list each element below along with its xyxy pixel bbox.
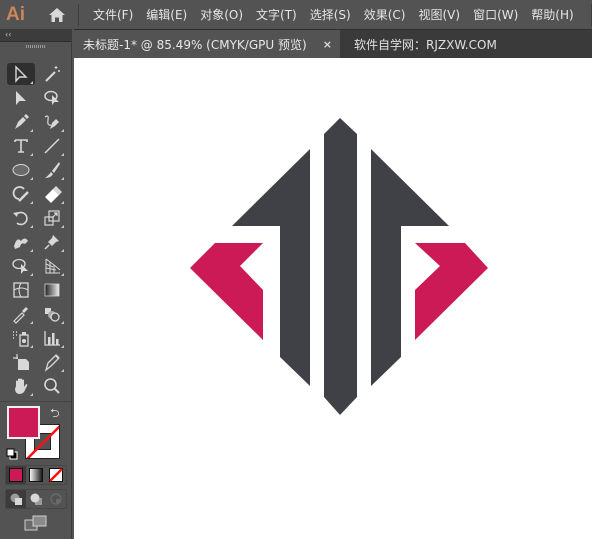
- artboard-tool-icon[interactable]: [7, 351, 35, 373]
- color-mode-group: [5, 465, 67, 485]
- selection-tool-icon[interactable]: [7, 63, 35, 85]
- menu-object[interactable]: 对象(O): [200, 6, 243, 23]
- panel-divider: [0, 401, 71, 402]
- illustrator-window: Ai 文件(F) 编辑(E) 对象(O) 文字(T) 选择(S) 效果(C) 视…: [0, 0, 592, 539]
- slice-tool-icon[interactable]: [38, 351, 66, 373]
- pin-tool-icon[interactable]: [38, 231, 66, 253]
- symbol-sprayer-tool-icon[interactable]: [7, 327, 35, 349]
- color-button[interactable]: [6, 466, 26, 484]
- draw-normal-icon[interactable]: [6, 490, 26, 508]
- eyedropper-tool-icon[interactable]: [7, 303, 35, 325]
- paintbrush-tool-icon[interactable]: [38, 159, 66, 181]
- default-fill-stroke-icon[interactable]: [6, 445, 18, 460]
- column-graph-tool-icon[interactable]: [38, 327, 66, 349]
- shape-builder-tool-icon[interactable]: [7, 255, 35, 277]
- perspective-grid-tool-icon[interactable]: [38, 255, 66, 277]
- tab-label: 未标题-1* @ 85.49% (CMYK/GPU 预览): [83, 38, 307, 52]
- none-button[interactable]: [46, 466, 66, 484]
- pen-tool-icon[interactable]: [7, 111, 35, 133]
- home-icon[interactable]: [42, 0, 72, 29]
- menu-separator: [78, 3, 79, 26]
- menu-type[interactable]: 文字(T): [256, 6, 297, 23]
- blend-tool-icon[interactable]: [38, 303, 66, 325]
- drawing-mode-group: [5, 489, 67, 509]
- gradient-tool-icon[interactable]: [38, 279, 66, 301]
- menu-bar: Ai 文件(F) 编辑(E) 对象(O) 文字(T) 选择(S) 效果(C) 视…: [0, 0, 592, 29]
- menu-help[interactable]: 帮助(H): [531, 6, 573, 23]
- scale-tool-icon[interactable]: [38, 207, 66, 229]
- draw-behind-icon[interactable]: [26, 490, 46, 508]
- gradient-button[interactable]: [26, 466, 46, 484]
- menu-effect[interactable]: 效果(C): [364, 6, 406, 23]
- change-screen-mode-icon[interactable]: [24, 515, 48, 531]
- rotate-tool-icon[interactable]: [7, 207, 35, 229]
- tab-untitled-1[interactable]: 未标题-1* @ 85.49% (CMYK/GPU 预览) ×: [74, 30, 340, 59]
- tab-label: 软件自学网：RJZXW.COM: [354, 38, 497, 52]
- menu-edit[interactable]: 编辑(E): [146, 6, 187, 23]
- app-logo: Ai: [6, 3, 25, 25]
- ellipse-tool-icon[interactable]: [7, 159, 35, 181]
- menu-select[interactable]: 选择(S): [310, 6, 351, 23]
- mesh-tool-icon[interactable]: [7, 279, 35, 301]
- draw-inside-icon[interactable]: [46, 490, 66, 508]
- collapse-panel-button[interactable]: ‹‹: [0, 29, 71, 42]
- curvature-tool-icon[interactable]: [38, 111, 66, 133]
- lasso-tool-icon[interactable]: [38, 87, 66, 109]
- menu-window[interactable]: 窗口(W): [473, 6, 518, 23]
- type-tool-icon[interactable]: [7, 135, 35, 157]
- panel-grip[interactable]: [0, 42, 71, 50]
- menu-view[interactable]: 视图(V): [418, 6, 460, 23]
- eraser-tool-icon[interactable]: [38, 183, 66, 205]
- direct-selection-tool-icon[interactable]: [7, 87, 35, 109]
- menu-file[interactable]: 文件(F): [93, 6, 133, 23]
- shaper-tool-icon[interactable]: [7, 183, 35, 205]
- swap-fill-stroke-icon[interactable]: ⮌: [50, 404, 60, 425]
- close-icon[interactable]: ×: [323, 38, 332, 51]
- hand-tool-icon[interactable]: [7, 375, 35, 397]
- line-segment-tool-icon[interactable]: [38, 135, 66, 157]
- puppet-warp-tool-icon[interactable]: [7, 231, 35, 253]
- tab-website[interactable]: 软件自学网：RJZXW.COM: [340, 30, 497, 59]
- tools-panel: ‹‹: [0, 29, 72, 539]
- logo-center-bar[interactable]: [324, 118, 357, 415]
- document-tab-bar: 未标题-1* @ 85.49% (CMYK/GPU 预览) × 软件自学网：RJ…: [74, 29, 592, 59]
- fill-swatch[interactable]: [7, 406, 40, 439]
- magic-wand-tool-icon[interactable]: [38, 63, 66, 85]
- zoom-tool-icon[interactable]: [38, 375, 66, 397]
